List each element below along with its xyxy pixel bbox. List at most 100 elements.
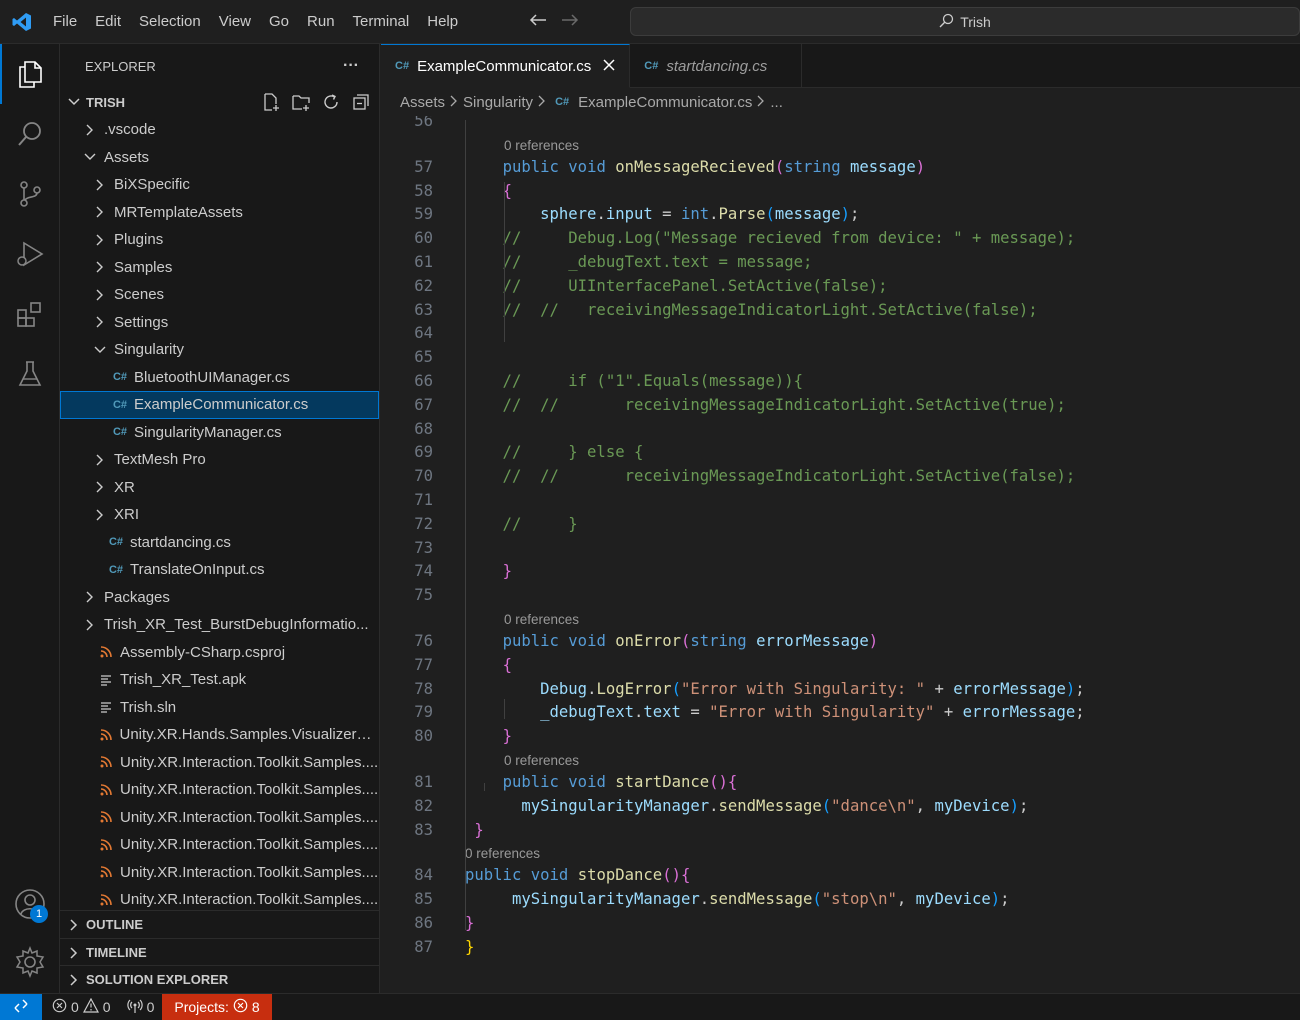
tree-item-label: TranslateOnInput.cs [130, 561, 265, 579]
code-line: 62 // UIInterfacePanel.SetActive(false); [381, 277, 1300, 301]
tree-file[interactable]: Trish.sln [60, 694, 379, 722]
tree-file[interactable]: C# SingularityManager.cs [60, 419, 379, 447]
breadcrumb-item[interactable]: Singularity [463, 94, 533, 111]
menu-item-run[interactable]: Run [298, 13, 344, 30]
code-text: Debug.LogError("Error with Singularity: … [540, 679, 1085, 698]
tree-folder[interactable]: Settings [60, 309, 379, 337]
tree-file[interactable]: C# BluetoothUIManager.cs [60, 364, 379, 392]
tree-folder[interactable]: Assets [60, 144, 379, 172]
menu-item-selection[interactable]: Selection [130, 13, 210, 30]
menu-item-file[interactable]: File [44, 13, 86, 30]
code-text: // if ("1".Equals(message)){ [465, 372, 803, 390]
chevron-right-icon [92, 179, 108, 191]
tree-file[interactable]: Unity.XR.Hands.Samples.VisualizerSa... [60, 721, 379, 749]
tree-file[interactable]: Unity.XR.Interaction.Toolkit.Samples.... [60, 859, 379, 887]
tree-file[interactable]: Unity.XR.Interaction.Toolkit.Samples.... [60, 749, 379, 777]
code-line: 77 { [381, 656, 1300, 680]
new-file-icon[interactable] [261, 92, 281, 115]
tree-file[interactable]: Assembly-CSharp.csproj [60, 639, 379, 667]
tab-example-communicator[interactable]: C# ExampleCommunicator.cs [381, 44, 631, 88]
codelens-references[interactable]: 0 references [504, 753, 579, 768]
code-line: 61 // _debugText.text = message; [381, 253, 1300, 277]
tab-startdancing[interactable]: C# startdancing.cs [630, 44, 803, 88]
code-line: 60 // Debug.Log("Message recieved from d… [381, 229, 1300, 253]
tree-file[interactable]: C# TranslateOnInput.cs [60, 556, 379, 584]
workspace-root[interactable]: TRISH [60, 88, 379, 116]
remote-indicator[interactable] [0, 993, 42, 1020]
menu-item-help[interactable]: Help [418, 13, 467, 30]
explorer-icon[interactable] [0, 44, 60, 104]
forward-arrow-icon[interactable] [561, 13, 579, 31]
tree-file[interactable]: Unity.XR.Interaction.Toolkit.Samples.... [60, 804, 379, 832]
tree-folder[interactable]: XR [60, 474, 379, 502]
tree-folder[interactable]: Plugins [60, 226, 379, 254]
code-text: // Debug.Log("Message recieved from devi… [465, 229, 1076, 248]
outline-section[interactable]: OUTLINE [60, 910, 379, 938]
ports-indicator[interactable]: 0 [119, 994, 163, 1020]
code-line: 72 // } [381, 515, 1300, 539]
extensions-icon[interactable] [0, 284, 60, 344]
breadcrumb-item[interactable]: ... [770, 94, 783, 111]
code-line: 59 sphere.input = int.Parse(message); [381, 205, 1300, 229]
tree-folder[interactable]: Samples [60, 254, 379, 282]
new-folder-icon[interactable] [291, 92, 311, 115]
menu-item-edit[interactable]: Edit [86, 13, 130, 30]
code-text: // // receivingMessageIndicatorLight.Set… [465, 467, 1076, 486]
refresh-icon[interactable] [321, 92, 341, 115]
codelens-references[interactable]: 0 references [504, 138, 579, 153]
tree-file[interactable]: Trish_XR_Test.apk [60, 666, 379, 694]
codelens-references[interactable]: 0 references [465, 846, 540, 861]
projects-status[interactable]: Projects: 8 [162, 993, 272, 1020]
source-control-icon[interactable] [0, 164, 60, 224]
timeline-section[interactable]: TIMELINE [60, 938, 379, 966]
close-icon[interactable] [603, 58, 615, 75]
tree-file[interactable]: C# startdancing.cs [60, 529, 379, 557]
chevron-right-icon [538, 94, 546, 111]
chevron-right-icon [92, 206, 108, 218]
tree-folder[interactable]: TextMesh Pro [60, 446, 379, 474]
search-icon[interactable] [0, 104, 60, 164]
tree-item-label: Plugins [114, 231, 164, 249]
file-tree: .vscode Assets BiXSpecific MRTemplateAssets… [60, 116, 379, 914]
tree-file[interactable]: C# ExampleCommunicator.cs [60, 391, 379, 419]
tree-file[interactable]: Unity.XR.Interaction.Toolkit.Samples.... [60, 831, 379, 859]
more-actions-icon[interactable]: ··· [343, 57, 359, 75]
tree-item-label: SingularityManager.cs [134, 423, 282, 441]
tree-folder[interactable]: MRTemplateAssets [60, 199, 379, 227]
tree-item-label: XR [114, 478, 135, 496]
settings-gear-icon[interactable] [0, 932, 60, 992]
tree-file[interactable]: Unity.XR.Interaction.Toolkit.Samples.... [60, 776, 379, 804]
breadcrumb-item[interactable]: ExampleCommunicator.cs [578, 94, 752, 111]
breadcrumb-item[interactable]: Assets [400, 94, 445, 111]
line-number: 58 [414, 181, 433, 200]
tree-folder[interactable]: .vscode [60, 116, 379, 144]
problems-indicator[interactable]: 0 0 [42, 994, 119, 1020]
tree-folder[interactable]: XRI [60, 501, 379, 529]
tree-item-label: Settings [114, 313, 169, 331]
code-editor[interactable]: 56 0 references 57 public void onMessageRe… [381, 116, 1300, 993]
accounts-icon[interactable]: 1 [0, 874, 60, 934]
back-arrow-icon[interactable] [529, 13, 547, 31]
testing-flask-icon[interactable] [0, 344, 60, 404]
code-text: } [502, 727, 512, 746]
line-number: 69 [414, 443, 433, 462]
menu-item-terminal[interactable]: Terminal [344, 13, 419, 30]
tree-folder[interactable]: Scenes [60, 281, 379, 309]
outline-label: OUTLINE [86, 917, 144, 932]
solution-explorer-section[interactable]: SOLUTION EXPLORER [60, 965, 379, 993]
command-center-search[interactable]: Trish [630, 7, 1300, 36]
menu-item-view[interactable]: View [210, 13, 260, 30]
menu-item-go[interactable]: Go [260, 13, 298, 30]
tree-folder[interactable]: BiXSpecific [60, 171, 379, 199]
code-text: } [465, 937, 475, 956]
tree-folder[interactable]: Packages [60, 584, 379, 612]
tree-folder[interactable]: Trish_XR_Test_BurstDebugInformatio... [60, 611, 379, 639]
explorer-header: EXPLORER ··· [60, 44, 379, 88]
code-line: 78 Debug.LogError("Error with Singularit… [381, 680, 1300, 704]
tree-folder[interactable]: Singularity [60, 336, 379, 364]
collapse-all-icon[interactable] [351, 92, 371, 115]
run-debug-icon[interactable] [0, 224, 60, 284]
line-number: 60 [414, 229, 433, 248]
code-line: 74 } [381, 562, 1300, 586]
codelens-references[interactable]: 0 references [504, 612, 579, 627]
